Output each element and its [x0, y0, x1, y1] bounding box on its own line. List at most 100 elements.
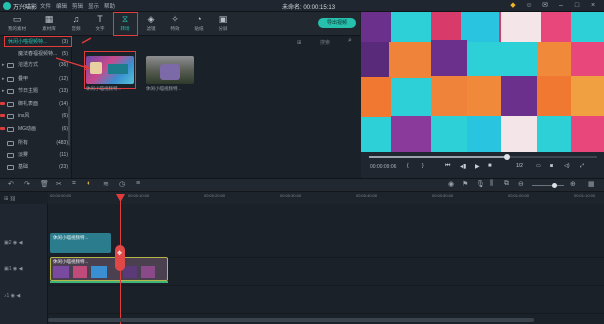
add-track-icon[interactable]: ⊞ ⛓	[4, 196, 16, 202]
category-item[interactable]: 基础 (23)	[0, 162, 72, 173]
tool-my-media[interactable]: ▭ 我的素材	[6, 13, 28, 35]
adjust-icon[interactable]: ≡	[136, 180, 140, 187]
minimize-icon[interactable]: –	[556, 1, 566, 11]
splitscreen-icon: ▣	[218, 14, 228, 24]
crop-icon[interactable]: ⌗	[72, 180, 76, 188]
ruler-tick-label: 00:00:40:00	[356, 193, 378, 198]
cut-icon[interactable]: ✂	[56, 180, 62, 188]
marker-dot	[0, 127, 5, 130]
category-item[interactable]: 所有 (483)	[0, 138, 72, 149]
marker-icon[interactable]: ⚑	[462, 180, 468, 188]
fullscreen-icon[interactable]: ⤢	[580, 163, 584, 169]
mixer-icon[interactable]: ⫼	[490, 180, 493, 188]
category-item[interactable]: ▸ins风(6)	[0, 111, 72, 122]
previous-frame-icon[interactable]: ⏮	[445, 163, 450, 170]
sticker-icon: ◔	[196, 14, 202, 24]
preview-cubes	[361, 12, 604, 152]
expand-arrow-icon: ▸	[2, 76, 5, 82]
clip-duration-bar	[50, 281, 168, 283]
zoom-slider[interactable]	[532, 185, 564, 186]
tool-effects[interactable]: ✧ 特效	[164, 13, 186, 35]
timer-icon[interactable]: ◷	[119, 180, 125, 188]
filter-icon: ◈	[147, 14, 155, 24]
expand-arrow-icon: ▸	[2, 62, 5, 68]
track-lock-icon[interactable]: ♪1 ◉ ◀	[4, 293, 20, 299]
maximize-icon[interactable]: □	[572, 1, 582, 11]
tool-split-screen[interactable]: ▣ 分屏	[212, 13, 234, 35]
render-icon[interactable]: ◉	[448, 180, 454, 188]
undo-icon[interactable]: ↶	[8, 180, 14, 188]
search-icon: ⌕	[348, 37, 352, 44]
category-item[interactable]: 淡雾 (11)	[0, 150, 72, 161]
mail-icon[interactable]: ✉	[540, 1, 550, 11]
redo-icon[interactable]: ↷	[24, 180, 30, 188]
folder-icon	[7, 114, 14, 119]
clip-frame	[53, 266, 69, 278]
drag-cursor-icon: ✥	[117, 251, 123, 257]
menu-edit[interactable]: 编辑	[56, 2, 67, 10]
clip-frame	[123, 266, 137, 278]
preview-progress	[369, 156, 507, 158]
mark-out-icon[interactable]: }	[422, 163, 424, 169]
delete-icon[interactable]: 🗑	[40, 180, 49, 188]
display-icon[interactable]: ▭	[536, 163, 541, 169]
title-clip-label: 休闲小喵视频特...	[53, 235, 89, 240]
snap-icon[interactable]: ⧉	[504, 180, 509, 188]
export-button[interactable]: 导出视频	[318, 18, 356, 28]
zoom-slider-handle[interactable]	[552, 183, 557, 188]
category-item[interactable]: ▸ 叠甲 (12)	[0, 74, 72, 85]
app-name: 万兴喵影	[13, 5, 38, 11]
category-item[interactable]: ▸御礼表面(14)	[0, 99, 72, 110]
zoom-out-icon[interactable]: ⊖	[518, 180, 524, 188]
volume-icon[interactable]: ◁)	[564, 163, 570, 169]
timeline-scrollbar[interactable]	[48, 318, 534, 322]
ruler-tick-label: 00:00:30:00	[280, 193, 302, 198]
color-icon[interactable]: ◐	[87, 180, 91, 187]
audio-wave-icon[interactable]: ≋	[103, 180, 109, 188]
track-lock-icon[interactable]: ▣2 ◉ ◀	[4, 240, 23, 246]
clip-frame	[73, 266, 87, 278]
transition-marker[interactable]	[115, 245, 125, 271]
video-preview[interactable]	[361, 12, 604, 152]
fit-icon[interactable]: ▦	[588, 180, 595, 188]
menu-help[interactable]: 帮助	[104, 2, 115, 10]
search-input[interactable]: 搜索 ⌕	[312, 37, 356, 47]
folder-icon	[7, 89, 14, 94]
tool-text[interactable]: T 文字	[89, 13, 111, 35]
premium-icon[interactable]: ◆	[508, 1, 518, 11]
menu-view[interactable]: 显示	[88, 2, 99, 10]
account-icon[interactable]: ☺	[524, 1, 534, 11]
highlight-box-transition	[113, 12, 138, 36]
stop-icon[interactable]: ■	[488, 163, 492, 169]
snapshot-icon[interactable]: ◙	[550, 163, 553, 169]
effects-icon: ✧	[171, 14, 179, 24]
thumbnail-label: 休闲小喵视频特...	[86, 86, 122, 91]
play-icon[interactable]: ▶	[475, 163, 480, 170]
track-headers	[0, 204, 48, 324]
app-logo-icon	[3, 2, 11, 10]
ruler-tick-label: 00:00:50:00	[432, 193, 454, 198]
category-scrollbar[interactable]	[68, 106, 70, 146]
close-icon[interactable]: ×	[588, 1, 598, 11]
filter-icon[interactable]: ⊞	[297, 40, 301, 46]
category-item[interactable]: ▸ 节日主题 (13)	[0, 86, 72, 97]
scrubber-handle[interactable]	[504, 154, 510, 160]
folder-icon	[7, 63, 14, 68]
tool-filter[interactable]: ◈ 滤镜	[140, 13, 162, 35]
tool-audio[interactable]: ♫ 音频	[65, 13, 87, 35]
transition-thumbnail[interactable]	[146, 56, 194, 84]
menu-file[interactable]: 文件	[40, 2, 51, 10]
tool-sticker[interactable]: ◔ 贴纸	[188, 13, 210, 35]
mark-in-icon[interactable]: {	[407, 163, 409, 169]
tool-library[interactable]: ▦ 素材库	[38, 13, 60, 35]
mic-icon[interactable]: 🎙	[476, 180, 485, 188]
category-item[interactable]: ▸MG动画(6)	[0, 124, 72, 135]
folder-icon: ▭	[12, 14, 22, 24]
quality-select[interactable]: 1/2	[516, 163, 523, 169]
marker-dot	[0, 114, 5, 117]
folder-icon	[7, 141, 14, 146]
menu-clip[interactable]: 剪辑	[72, 2, 83, 10]
step-back-icon[interactable]: ◂▮	[460, 163, 466, 170]
zoom-in-icon[interactable]: ⊕	[570, 180, 576, 188]
track-lock-icon[interactable]: ▣1 ◉ ◀	[4, 266, 23, 272]
